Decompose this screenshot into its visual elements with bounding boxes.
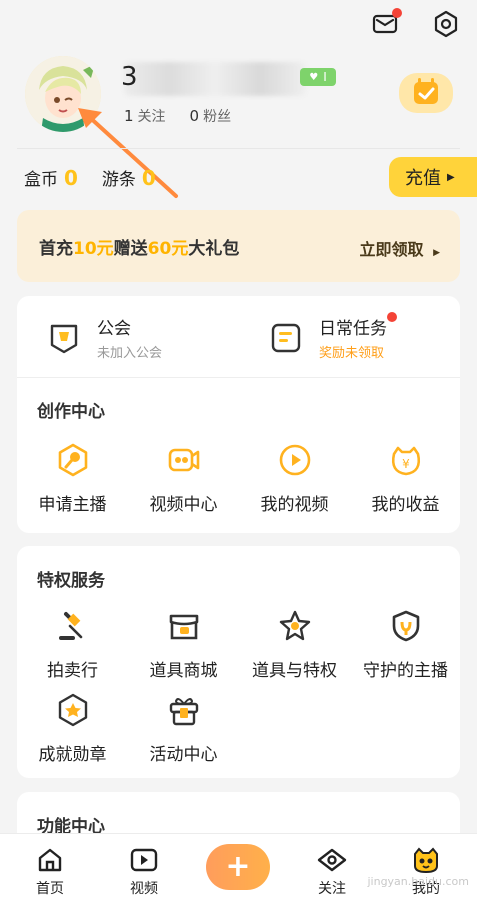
eye-icon xyxy=(317,848,347,872)
fans-label: 粉丝 xyxy=(203,109,232,125)
blurred-username xyxy=(124,62,306,96)
daily-task-title-text: 日常任务 xyxy=(319,319,387,339)
nav-home-label: 首页 xyxy=(36,881,64,897)
money-bag-icon: ¥ xyxy=(391,446,420,476)
fans-stat[interactable]: 0 粉丝 xyxy=(190,106,232,126)
claim-now-label: 立即领取 xyxy=(359,240,424,259)
nav-video-label: 视频 xyxy=(130,881,158,897)
my-videos-label: 我的视频 xyxy=(260,495,329,515)
stripe-value: 0 xyxy=(141,166,156,190)
claim-now-button[interactable]: 立即领取 ▶ xyxy=(359,236,440,260)
wallet-row: 盒币 0 游条 0 xyxy=(24,165,156,190)
nav-mine[interactable]: 我的 xyxy=(391,846,461,898)
box-coin[interactable]: 盒币 0 xyxy=(24,165,78,190)
checkin-button[interactable] xyxy=(399,73,453,113)
daily-task-title: 日常任务 xyxy=(319,312,397,339)
guild-subtitle: 未加入公会 xyxy=(97,346,163,361)
box-coin-label: 盒币 xyxy=(24,170,58,190)
guild-icon xyxy=(50,324,78,353)
creation-card: 公会 未加入公会 日常任务 奖励未领取 创作中心 申请主播 视频中心 我的视频 … xyxy=(17,296,460,533)
medal-icon xyxy=(58,693,87,727)
achievement-medals-label: 成就勋章 xyxy=(38,745,107,765)
guarded-hosts-label: 守护的主播 xyxy=(363,661,448,681)
auction-label: 拍卖行 xyxy=(47,661,98,681)
auction-button[interactable]: 拍卖行 xyxy=(17,608,128,681)
guarded-hosts-button[interactable]: 守护的主播 xyxy=(350,608,461,681)
svg-text:¥: ¥ xyxy=(402,457,410,471)
home-icon xyxy=(38,848,62,872)
prop-shop-label: 道具商城 xyxy=(149,661,218,681)
my-earnings-label: 我的收益 xyxy=(371,495,440,515)
video-center-button[interactable]: 视频中心 xyxy=(128,442,239,515)
promo-middle: 赠送 xyxy=(113,239,148,259)
top-bar xyxy=(0,0,477,48)
guild-title: 公会 xyxy=(97,319,131,339)
triangle-right-icon: ▶ xyxy=(447,171,455,183)
activity-center-label: 活动中心 xyxy=(149,745,218,765)
header-divider xyxy=(17,148,460,149)
heart-icon: ♥ xyxy=(309,71,319,83)
recharge-button[interactable]: 充值 ▶ xyxy=(389,157,477,197)
video-center-label: 视频中心 xyxy=(149,495,218,515)
nav-video[interactable]: 视频 xyxy=(109,846,179,898)
nav-follow-label: 关注 xyxy=(318,881,346,897)
shield-icon xyxy=(392,610,419,642)
level-badge: ♥ I xyxy=(300,68,336,86)
prop-shop-button[interactable]: 道具商城 xyxy=(128,608,239,681)
nav-follow[interactable]: 关注 xyxy=(297,846,367,898)
gear-icon[interactable] xyxy=(432,10,460,38)
watermark-text: jingyan.baidu.com xyxy=(367,875,469,888)
promo-amount-2: 60元 xyxy=(147,239,189,259)
nav-home[interactable]: 首页 xyxy=(15,846,85,898)
video-camera-icon xyxy=(168,448,199,472)
promo-suffix: 大礼包 xyxy=(188,239,240,259)
card-divider xyxy=(17,377,460,378)
box-coin-value: 0 xyxy=(64,166,78,190)
fans-count: 0 xyxy=(189,107,200,125)
promo-amount-1: 10元 xyxy=(73,239,114,259)
avatar-face-icon xyxy=(414,847,438,874)
stripe-coin[interactable]: 游条 0 xyxy=(102,165,156,190)
privilege-title: 特权服务 xyxy=(37,571,105,591)
username-visible: 3 xyxy=(121,62,138,92)
props-privileges-button[interactable]: 道具与特权 xyxy=(239,608,350,681)
privilege-card: 特权服务 拍卖行 道具商城 道具与特权 守护的主播 成就勋章 活动中心 xyxy=(17,546,460,778)
props-privileges-label: 道具与特权 xyxy=(252,661,337,681)
first-recharge-banner[interactable]: 首充10元赠送60元大礼包 立即领取 ▶ xyxy=(17,210,460,282)
stripe-label: 游条 xyxy=(101,170,136,190)
task-notification-dot xyxy=(387,312,397,322)
star-icon xyxy=(279,610,310,641)
task-icon xyxy=(271,323,301,352)
guild-entry[interactable]: 公会 未加入公会 xyxy=(47,314,162,361)
level-badge-text: I xyxy=(323,70,327,84)
my-videos-button[interactable]: 我的视频 xyxy=(239,442,350,515)
daily-task-entry[interactable]: 日常任务 奖励未领取 xyxy=(269,312,397,361)
my-earnings-button[interactable]: ¥ 我的收益 xyxy=(350,442,461,515)
shop-icon xyxy=(169,614,198,640)
video-icon xyxy=(130,848,158,872)
achievement-medals-button[interactable]: 成就勋章 xyxy=(17,692,128,765)
microphone-icon xyxy=(58,443,87,477)
plus-icon: + xyxy=(225,848,251,884)
activity-center-button[interactable]: 活动中心 xyxy=(128,692,239,765)
triangle-right-icon: ▶ xyxy=(433,248,440,258)
recharge-label: 充值 xyxy=(405,168,441,189)
bottom-navigation: 首页 视频 + 关注 我的 jingyan.baidu.com xyxy=(0,833,477,907)
notification-dot xyxy=(392,8,402,18)
daily-task-subtitle: 奖励未领取 xyxy=(319,346,385,361)
promo-text: 首充10元赠送60元大礼包 xyxy=(39,234,239,259)
apply-host-label: 申请主播 xyxy=(38,495,107,515)
create-plus-button[interactable]: + xyxy=(206,844,270,890)
apply-host-button[interactable]: 申请主播 xyxy=(17,442,128,515)
gift-icon xyxy=(169,698,198,726)
auction-hammer-icon xyxy=(58,612,82,640)
creation-center-title: 创作中心 xyxy=(37,402,105,422)
play-icon xyxy=(279,444,310,476)
calendar-check-icon xyxy=(414,78,438,104)
mail-icon[interactable] xyxy=(372,8,402,38)
promo-prefix: 首充 xyxy=(39,239,73,259)
